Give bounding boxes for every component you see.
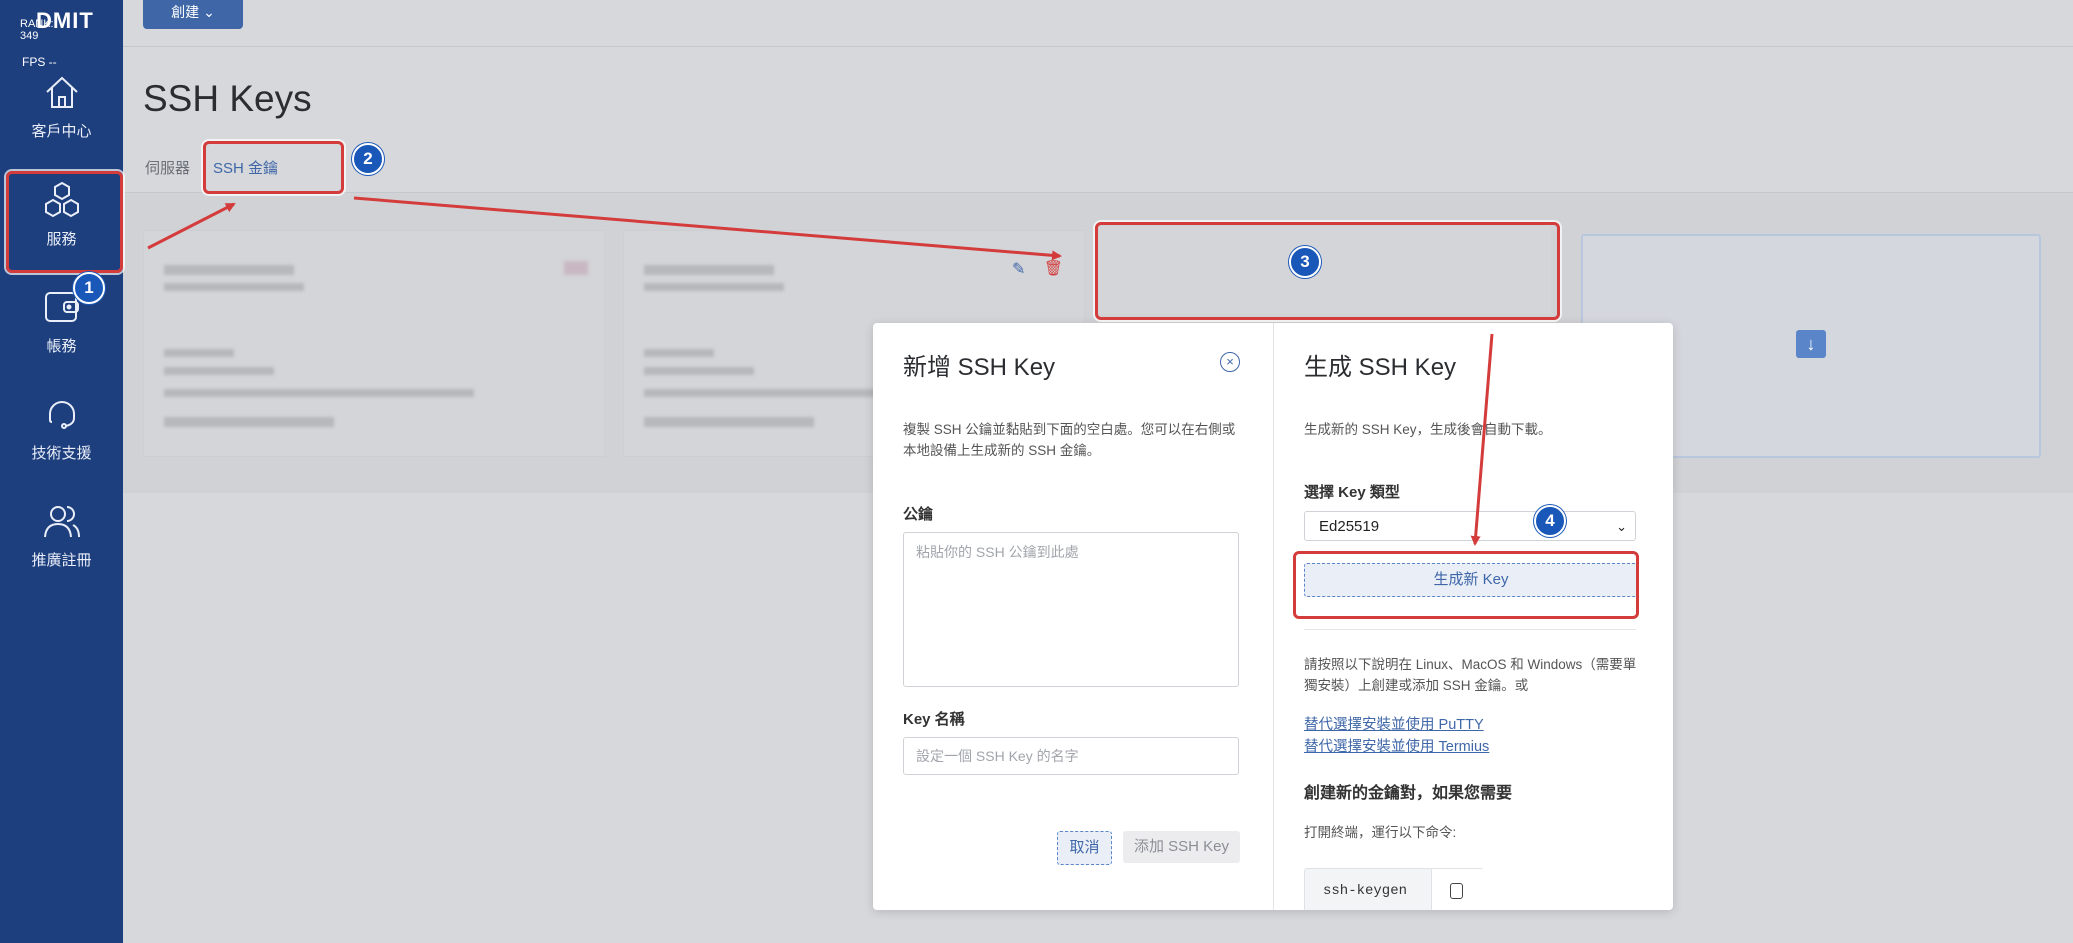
tab-servers[interactable]: 伺服器	[145, 157, 190, 178]
keyname-label: Key 名稱	[903, 711, 965, 728]
command-text: ssh-keygen	[1323, 883, 1408, 899]
ssh-key-card[interactable]	[143, 230, 605, 457]
annotation-badge-4: 4	[1534, 505, 1566, 537]
sidebar-item-label: 客戶中心	[31, 123, 92, 140]
sidebar-item-label: 帳務	[46, 338, 77, 355]
trash-icon[interactable]: 🗑	[1044, 259, 1063, 277]
putty-link[interactable]: 替代選擇安裝並使用 PuTTY	[1304, 713, 1484, 734]
command-box: ssh-keygen	[1304, 868, 1484, 910]
add-key-title: 新增 SSH Key	[903, 354, 1056, 381]
terminal-instruction: 打開終端，運行以下命令:	[1304, 825, 1457, 840]
annotation-box-generate	[1293, 551, 1639, 619]
create-button[interactable]: 創建 ⌄	[143, 0, 243, 29]
sidebar-item-label: 推廣註冊	[31, 552, 92, 569]
download-icon: ↓	[1796, 330, 1826, 358]
copy-icon	[1450, 883, 1463, 899]
close-icon[interactable]: ×	[1220, 352, 1240, 372]
page-title: SSH Keys	[143, 78, 312, 119]
termius-link[interactable]: 替代選擇安裝並使用 Termius	[1304, 735, 1489, 756]
add-ssh-key-button[interactable]: 添加 SSH Key	[1123, 831, 1240, 863]
create-button-label: 創建	[171, 4, 200, 20]
headset-icon	[48, 401, 75, 429]
annotation-box-services	[6, 171, 123, 273]
create-keypair-heading: 創建新的金鑰對，如果您需要	[1304, 785, 1513, 802]
annotation-badge-2: 2	[352, 143, 384, 175]
pubkey-textarea[interactable]	[903, 532, 1239, 687]
cancel-button[interactable]: 取消	[1057, 831, 1112, 865]
keytype-label: 選擇 Key 類型	[1304, 484, 1400, 501]
keytype-value: Ed25519	[1319, 518, 1380, 535]
pubkey-label: 公鑰	[903, 506, 934, 523]
instructions-text: 請按照以下說明在 Linux、MacOS 和 Windows（需要單獨安裝）上創…	[1304, 657, 1637, 693]
annotation-badge-1: 1	[73, 272, 105, 304]
fps-readout: FPS --	[22, 55, 57, 69]
annotation-badge-3: 3	[1289, 246, 1321, 278]
annotation-box-ssh-tab	[203, 141, 344, 194]
keytype-select[interactable]: Ed25519 ⌄	[1304, 511, 1636, 541]
home-icon	[45, 76, 78, 108]
generate-key-description: 生成新的 SSH Key，生成後會自動下載。	[1304, 422, 1552, 437]
add-key-description: 複製 SSH 公鑰並黏貼到下面的空白處。您可以在右側或本地設備上生成新的 SSH…	[903, 422, 1236, 458]
topbar: 創建 ⌄	[123, 0, 2073, 47]
generate-key-title: 生成 SSH Key	[1304, 354, 1457, 381]
sidebar-item-label: 技術支援	[31, 445, 92, 462]
chevron-down-icon: ⌄	[203, 4, 215, 20]
add-key-panel: 新增 SSH Key × 複製 SSH 公鑰並黏貼到下面的空白處。您可以在右側或…	[873, 323, 1272, 910]
sidebar-item-billing[interactable]: 帳務	[0, 287, 123, 387]
sidebar-item-client-center[interactable]: 客戶中心	[0, 72, 123, 172]
users-icon	[43, 506, 80, 538]
divider	[1304, 629, 1636, 630]
chevron-down-icon: ⌄	[1616, 519, 1627, 534]
sidebar: DMIT RANK: 349 FPS -- 客戶中心 服務 帳務 技術支援 推廣註…	[0, 0, 123, 943]
keyname-input[interactable]	[903, 737, 1239, 775]
copy-button[interactable]	[1431, 869, 1484, 910]
annotation-box-new-card	[1095, 222, 1560, 320]
rank-text: RANK: 349	[20, 18, 54, 42]
sidebar-item-referral[interactable]: 推廣註冊	[0, 501, 123, 601]
sidebar-item-support[interactable]: 技術支援	[0, 394, 123, 494]
edit-icon[interactable]: ✎	[1012, 259, 1025, 279]
